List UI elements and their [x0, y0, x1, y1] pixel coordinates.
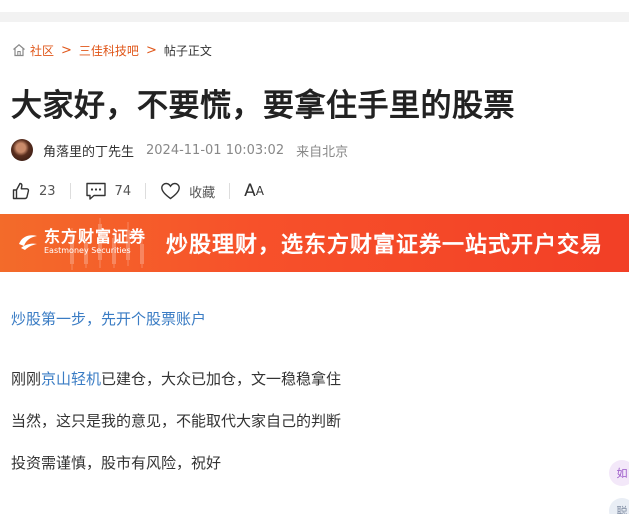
divider — [229, 183, 231, 199]
font-size-large-label: A — [244, 181, 256, 201]
eastmoney-logo-icon — [19, 235, 37, 250]
post-location: 来自北京 — [296, 144, 349, 160]
banner-slogan: 炒股理财，选东方财富证券一站式开户交易 — [166, 233, 604, 258]
open-account-link[interactable]: 炒股第一步，先开个股票账户 — [11, 308, 206, 329]
comment-icon — [85, 182, 106, 200]
like-button[interactable]: 23 — [11, 181, 56, 201]
content-line: 当然，这只是我的意见，不能取代大家自己的判断 — [11, 412, 342, 430]
font-size-button[interactable]: AA — [244, 181, 264, 201]
eastmoney-logo: 东方财富证券 Eastmoney Securities — [16, 228, 146, 256]
author-info: 角落里的丁先生 2024-11-01 10:03:02 来自北京 — [11, 138, 348, 162]
breadcrumb-current: 帖子正文 — [163, 43, 212, 58]
content-line: 投资需谨慎，股市有风险，祝好 — [11, 454, 222, 472]
float-button[interactable]: 如 — [609, 460, 629, 486]
divider — [145, 183, 147, 199]
comment-count: 74 — [114, 183, 132, 199]
avatar[interactable] — [11, 139, 33, 161]
action-bar: 23 74 收藏 AA — [11, 179, 264, 203]
favorite-label: 收藏 — [189, 185, 216, 201]
top-strip — [0, 12, 629, 22]
favorite-button[interactable]: 收藏 — [160, 181, 215, 201]
post-content: 刚刚京山轻机已建仓，大众已加仓，文一稳稳拿住 当然，这只是我的意见，不能取代大家… — [11, 368, 341, 494]
content-line: 刚刚京山轻机已建仓，大众已加仓，文一稳稳拿住 — [11, 368, 341, 390]
heart-icon — [161, 182, 180, 200]
chevron-right-icon: > — [145, 42, 157, 58]
comment-button[interactable]: 74 — [85, 181, 132, 201]
breadcrumb: 社区 > 三佳科技吧 > 帖子正文 — [12, 40, 212, 60]
thumbs-up-icon — [12, 182, 30, 200]
font-size-small-label: A — [255, 184, 264, 198]
content-text: 已建仓，大众已加仓，文一稳稳拿住 — [101, 370, 342, 388]
divider — [69, 183, 71, 199]
breadcrumb-community[interactable]: 社区 — [30, 42, 54, 59]
home-icon[interactable] — [12, 43, 26, 57]
chevron-right-icon: > — [61, 42, 72, 58]
post-time: 2024-11-01 10:03:02 — [146, 142, 285, 158]
stock-link[interactable]: 京山轻机 — [41, 370, 101, 388]
breadcrumb-forum[interactable]: 三佳科技吧 — [79, 42, 139, 59]
logo-cn-text: 东方财富证券 — [44, 227, 147, 246]
logo-en-text: Eastmoney Securities — [44, 246, 131, 255]
content-text: 刚刚 — [11, 370, 42, 388]
ad-banner[interactable]: 东方财富证券 Eastmoney Securities 炒股理财，选东方财富证券… — [0, 214, 629, 272]
author-name[interactable]: 角落里的丁先生 — [43, 141, 134, 160]
like-count: 23 — [39, 183, 56, 199]
post-title: 大家好，不要慌，要拿住手里的股票 — [11, 88, 515, 124]
float-button[interactable]: 聪 — [609, 498, 629, 514]
